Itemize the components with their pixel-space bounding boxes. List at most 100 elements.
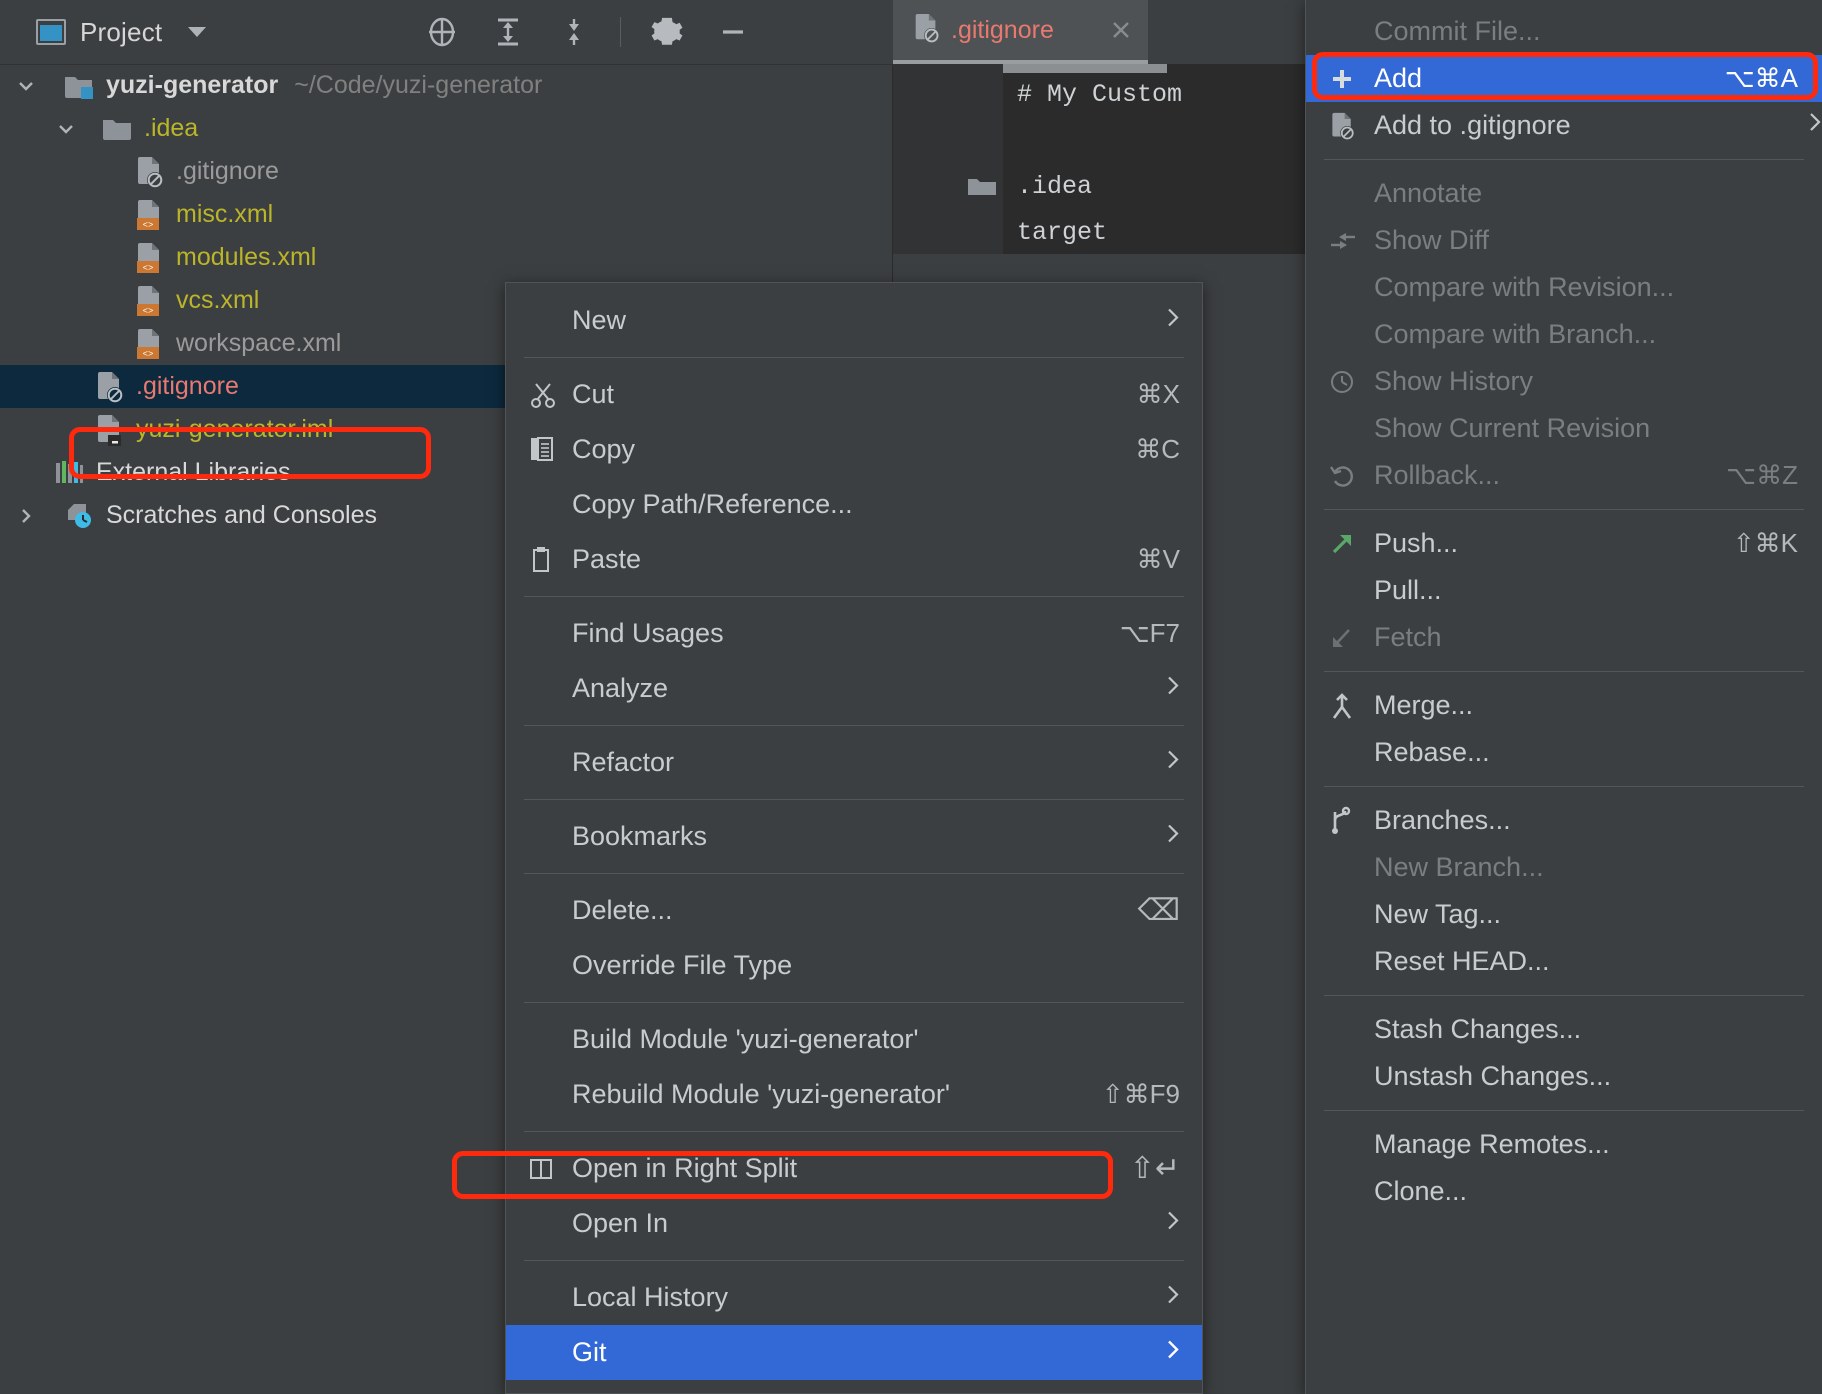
git-menu-item-compare-with-branch[interactable]: Compare with Branch...: [1306, 311, 1822, 358]
menu-item-accelerator: ⌥F7: [1120, 618, 1180, 649]
editor-text-area[interactable]: 1 # My Custom 2 3 .idea 4 target: [893, 64, 1305, 254]
chevron-right-icon: [1166, 1337, 1180, 1368]
chevron-right-icon: [1166, 1208, 1180, 1239]
tree-item-label: .gitignore: [176, 157, 279, 186]
menu-item-label: Compare with Branch...: [1374, 319, 1822, 350]
collapse-all-icon[interactable]: [554, 12, 594, 52]
tree-item-label: yuzi-generator.iml: [136, 415, 333, 444]
chevron-down-icon[interactable]: [52, 115, 80, 143]
git-menu-item-fetch[interactable]: Fetch: [1306, 614, 1822, 661]
git-menu-item-stash-changes[interactable]: Stash Changes...: [1306, 1006, 1822, 1053]
menu-item-analyze[interactable]: Analyze: [506, 661, 1202, 716]
menu-separator: [524, 357, 1184, 358]
tree-row-idea[interactable]: .idea: [0, 107, 893, 150]
toolbar-divider: [620, 17, 621, 47]
git-menu-item-clone[interactable]: Clone...: [1306, 1168, 1822, 1215]
code-line: target: [1017, 218, 1107, 247]
menu-separator: [524, 596, 1184, 597]
menu-separator: [1324, 786, 1804, 787]
close-icon[interactable]: [1108, 17, 1134, 43]
menu-item-refactor[interactable]: Refactor: [506, 735, 1202, 790]
hide-panel-icon[interactable]: [713, 12, 753, 52]
tree-row-modules-xml[interactable]: <> modules.xml: [0, 236, 893, 279]
git-menu-item-manage-remotes[interactable]: Manage Remotes...: [1306, 1121, 1822, 1168]
settings-gear-icon[interactable]: [647, 12, 687, 52]
git-menu-item-reset-head[interactable]: Reset HEAD...: [1306, 938, 1822, 985]
menu-item-build-module[interactable]: Build Module 'yuzi-generator': [506, 1012, 1202, 1067]
tree-row-misc-xml[interactable]: <> misc.xml: [0, 193, 893, 236]
git-menu-item-rebase[interactable]: Rebase...: [1306, 729, 1822, 776]
menu-separator: [1324, 509, 1804, 510]
menu-item-find-usages[interactable]: Find Usages ⌥F7: [506, 606, 1202, 661]
merge-icon: [1328, 691, 1374, 721]
menu-item-label: Merge...: [1374, 690, 1822, 721]
git-menu-item-pull[interactable]: Pull...: [1306, 567, 1822, 614]
chevron-down-icon[interactable]: [12, 72, 40, 100]
tree-item-label: yuzi-generator: [106, 71, 278, 100]
editor-tab-gitignore[interactable]: .gitignore: [893, 0, 1148, 64]
menu-item-label: Rollback...: [1374, 460, 1726, 491]
project-window-icon: [36, 19, 66, 45]
menu-separator: [524, 1260, 1184, 1261]
tree-row-yuzi-generator[interactable]: yuzi-generator ~/Code/yuzi-generator: [0, 64, 893, 107]
menu-item-paste[interactable]: Paste ⌘V: [506, 532, 1202, 587]
scissors-icon: [528, 380, 572, 410]
git-menu-item-merge[interactable]: Merge...: [1306, 682, 1822, 729]
folder-icon: [967, 176, 993, 196]
git-menu-item-commit-file[interactable]: Commit File...: [1306, 8, 1822, 55]
svg-text:<>: <>: [143, 220, 154, 230]
menu-item-git[interactable]: Git: [506, 1325, 1202, 1380]
git-menu-item-new-branch[interactable]: New Branch...: [1306, 844, 1822, 891]
tree-row-idea-gitignore[interactable]: .gitignore: [0, 150, 893, 193]
menu-item-local-history[interactable]: Local History: [506, 1270, 1202, 1325]
menu-item-label: New Branch...: [1374, 852, 1822, 883]
menu-item-label: Commit File...: [1374, 16, 1822, 47]
project-title-group[interactable]: Project: [36, 17, 206, 48]
menu-item-label: New: [572, 305, 1202, 336]
menu-item-accelerator: ⌥⌘Z: [1726, 460, 1798, 491]
menu-item-new[interactable]: New: [506, 293, 1202, 348]
git-menu-item-unstash-changes[interactable]: Unstash Changes...: [1306, 1053, 1822, 1100]
chevron-right-icon[interactable]: [12, 502, 40, 530]
menu-item-label: Branches...: [1374, 805, 1822, 836]
tree-item-label: misc.xml: [176, 200, 273, 229]
git-menu-item-add-to-gitignore[interactable]: Add to .gitignore: [1306, 102, 1822, 149]
menu-item-copy-path-reference[interactable]: Copy Path/Reference...: [506, 477, 1202, 532]
git-menu-item-show-current-revision[interactable]: Show Current Revision: [1306, 405, 1822, 452]
menu-item-open-in-right-split[interactable]: Open in Right Split ⇧↵: [506, 1141, 1202, 1196]
git-menu-item-compare-with-revision[interactable]: Compare with Revision...: [1306, 264, 1822, 311]
chevron-right-icon: [1166, 305, 1180, 336]
tree-item-label: Scratches and Consoles: [106, 501, 377, 530]
gitignore-file-icon: [132, 155, 166, 189]
menu-item-label: Delete...: [572, 895, 1138, 926]
menu-item-open-in[interactable]: Open In: [506, 1196, 1202, 1251]
history-clock-icon: [1328, 368, 1374, 396]
expand-all-icon[interactable]: [488, 12, 528, 52]
rollback-icon: [1328, 462, 1374, 490]
editor-tab-strip: .gitignore: [893, 0, 1305, 64]
git-menu-item-push[interactable]: Push... ⇧⌘K: [1306, 520, 1822, 567]
xml-file-icon: <>: [132, 284, 166, 318]
git-menu-item-show-history[interactable]: Show History: [1306, 358, 1822, 405]
module-folder-icon: [62, 69, 96, 103]
menu-item-label: Annotate: [1374, 178, 1822, 209]
menu-item-label: Show Current Revision: [1374, 413, 1822, 444]
git-menu-item-annotate[interactable]: Annotate: [1306, 170, 1822, 217]
menu-item-delete[interactable]: Delete... ⌫: [506, 883, 1202, 938]
menu-item-label: Override File Type: [572, 950, 1202, 981]
git-menu-item-branches[interactable]: Branches...: [1306, 797, 1822, 844]
svg-text:<>: <>: [143, 306, 154, 316]
menu-item-bookmarks[interactable]: Bookmarks: [506, 809, 1202, 864]
menu-item-rebuild-module[interactable]: Rebuild Module 'yuzi-generator' ⇧⌘F9: [506, 1067, 1202, 1122]
menu-item-override-file-type[interactable]: Override File Type: [506, 938, 1202, 993]
branch-icon: [1328, 806, 1374, 836]
git-menu-item-new-tag[interactable]: New Tag...: [1306, 891, 1822, 938]
chevron-down-icon[interactable]: [188, 27, 206, 37]
git-menu-item-add[interactable]: Add ⌥⌘A: [1306, 55, 1822, 102]
git-menu-item-rollback[interactable]: Rollback... ⌥⌘Z: [1306, 452, 1822, 499]
menu-item-cut[interactable]: Cut ⌘X: [506, 367, 1202, 422]
select-opened-file-icon[interactable]: [422, 12, 462, 52]
git-menu-item-show-diff[interactable]: Show Diff: [1306, 217, 1822, 264]
code-line: .idea: [1017, 172, 1092, 201]
menu-item-copy[interactable]: Copy ⌘C: [506, 422, 1202, 477]
